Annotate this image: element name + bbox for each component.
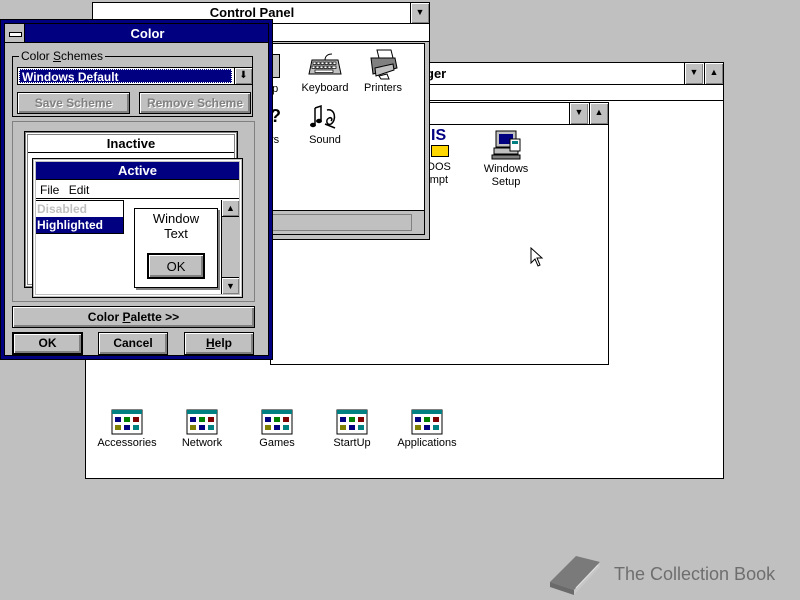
keyboard-icon [308,53,342,75]
scroll-up-icon[interactable]: ▲ [222,200,239,217]
windows-setup-icon [491,130,521,160]
watermark-text: The Collection Book [614,564,776,584]
help-button[interactable]: Help [184,332,254,355]
palette-label-part: Color [87,310,123,324]
scroll-down-icon[interactable]: ▼ [222,277,239,294]
group-accessories[interactable]: Accessories [92,409,162,450]
group-games[interactable]: Games [242,409,312,450]
group-applications[interactable]: Applications [392,409,462,450]
preview-vscroll[interactable]: ▲ ▼ [221,200,239,294]
preview-window-text-line2: Text [164,226,188,241]
color-preview-area[interactable]: Inactive Active File Edit Disabled Highl… [12,121,255,302]
preview-menu-edit: Edit [68,183,90,197]
dos-icon-part [431,145,449,157]
group-label: StartUp [333,437,371,449]
program-group-icon [411,409,443,435]
preview-menu-file: File [40,183,60,197]
preview-window-text-line1: Window [152,211,200,226]
preview-active-window[interactable]: Active File Edit Disabled Highlighted Wi… [32,158,243,298]
preview-ok-button[interactable]: OK [147,253,205,279]
program-group-icon [336,409,368,435]
group-label: Accessories [97,437,157,449]
minimize-button[interactable]: ▼ [569,103,588,124]
printers-label: Printers [364,82,402,94]
group-network[interactable]: Network [167,409,237,450]
setup-label-line1: Windows [483,163,529,175]
program-manager-title: ger [426,66,447,81]
palette-label-part: alette >> [130,310,180,324]
cancel-button[interactable]: Cancel [98,332,168,355]
printers-item[interactable]: Printers [348,48,418,95]
dos-prefix: IS [431,127,447,144]
color-dialog: Color Color Schemes Windows Default ⬇ Sa… [0,19,273,360]
program-group-icon [111,409,143,435]
color-scheme-select[interactable]: Windows Default ⬇ [17,67,253,85]
color-palette-button[interactable]: Color Palette >> [12,306,255,328]
dos-label-line2: mpt [429,174,449,186]
maximize-button[interactable]: ▲ [704,63,723,84]
preview-highlighted-item: Highlighted [36,217,123,233]
help-label-underline: H [205,336,215,350]
ok-button[interactable]: OK [12,332,83,355]
keyboard-label: Keyboard [301,82,349,94]
color-dialog-titlebar[interactable]: Color [5,24,268,43]
color-scheme-selected: Windows Default [19,69,232,84]
minimize-button[interactable]: ▼ [684,63,703,84]
printer-icon [370,49,398,80]
system-menu-button[interactable] [5,24,25,42]
remove-scheme-button[interactable]: Remove Scheme [139,92,251,114]
preview-menubar: File Edit [36,181,239,199]
preview-window-text-box: Window Text OK [134,208,218,288]
save-scheme-button[interactable]: Save Scheme [17,92,130,114]
help-label-part: elp [214,336,232,350]
mouse-cursor-icon [530,247,544,267]
dropdown-arrow-icon[interactable]: ⬇ [234,68,252,84]
color-dialog-title: Color [130,26,165,41]
preview-menu-dropdown: Disabled Highlighted [36,200,124,234]
program-group-icon [261,409,293,435]
group-label: Network [181,437,223,449]
color-schemes-group: Color Schemes Windows Default ⬇ Save Sch… [12,49,253,117]
windows-setup-item[interactable]: Windows Setup [471,129,541,189]
group-label: Games [259,437,295,449]
preview-disabled-item: Disabled [37,202,88,216]
schemes-label-part: Color [21,49,54,63]
book-icon [550,556,600,595]
preview-inactive-title: Inactive [28,135,234,153]
sound-icon [310,104,336,129]
minimize-button[interactable]: ▼ [410,3,429,23]
setup-label-line2: Setup [491,176,521,188]
watermark: The Collection Book [546,550,796,598]
preview-active-title: Active [36,162,239,180]
control-panel-title: Control Panel [209,5,295,20]
sound-item[interactable]: Sound [290,104,360,147]
color-schemes-label: Color Schemes [19,49,106,63]
program-group-icon [186,409,218,435]
sound-label: Sound [309,134,341,146]
dos-prompt-icon-fragment[interactable]: IS [431,127,461,159]
group-startup[interactable]: StartUp [317,409,387,450]
schemes-label-part: chemes [61,49,104,63]
dos-label-line1: DOS [427,161,451,173]
schemes-label-underline: S [53,49,62,63]
dos-prompt-label: DOS mpt [427,161,451,187]
maximize-button[interactable]: ▲ [589,103,608,124]
group-label: Applications [397,437,457,449]
